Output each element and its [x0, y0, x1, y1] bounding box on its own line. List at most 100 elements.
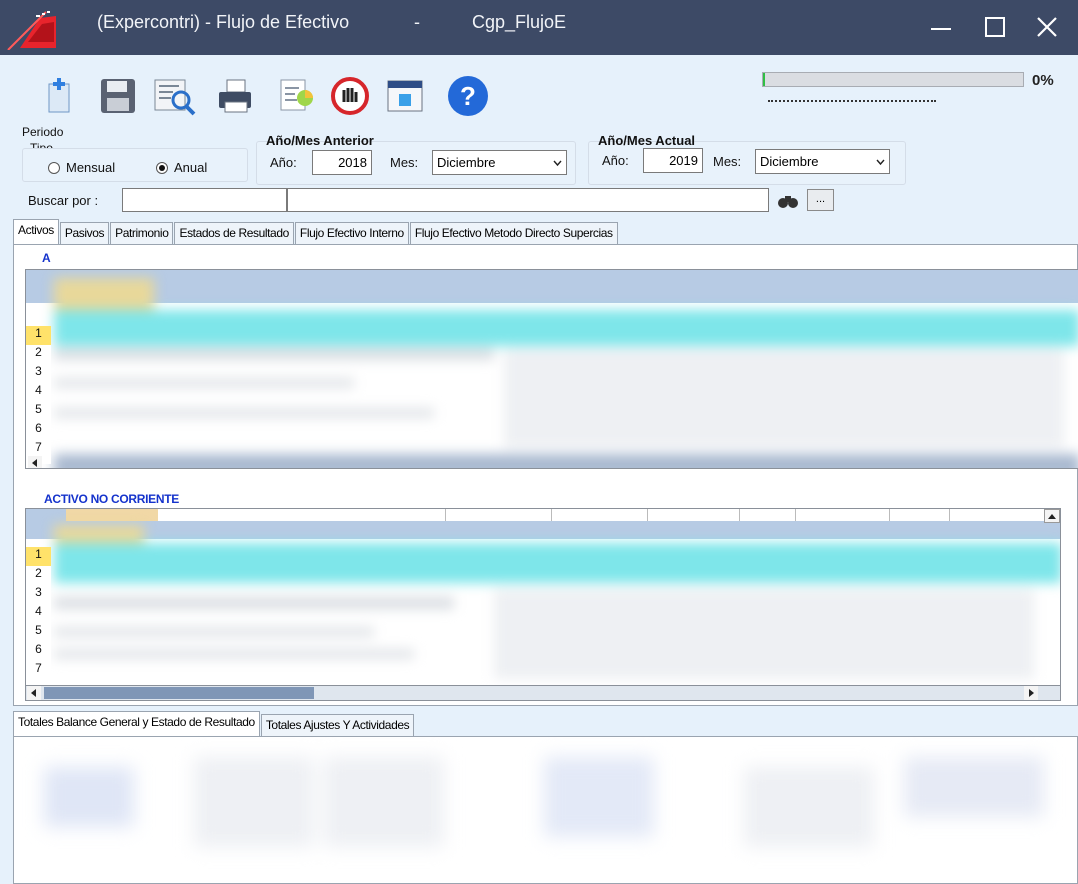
tab-totales-ajustes[interactable]: Totales Ajustes Y Actividades	[260, 714, 415, 736]
search-options-button[interactable]: ...	[807, 189, 834, 211]
new-button[interactable]	[36, 73, 82, 119]
close-button[interactable]	[1028, 10, 1066, 44]
current-month-value: Diciembre	[760, 154, 819, 169]
save-icon	[101, 79, 135, 113]
radio-mensual-dot	[48, 161, 60, 174]
preview-icon	[154, 79, 196, 116]
progress-percent: 0%	[1032, 72, 1054, 89]
stop-icon	[331, 77, 369, 115]
current-year-label: Año:	[602, 153, 629, 168]
tab-activos[interactable]: Activos	[13, 219, 59, 244]
window-title: (Expercontri) - Flujo de Efectivo	[97, 12, 350, 32]
grid1-row-number[interactable]: 4	[26, 383, 51, 402]
grid2-row-number[interactable]: 5	[26, 623, 51, 642]
help-icon: ?	[448, 76, 488, 116]
grid2-row-number[interactable]: 6	[26, 642, 51, 661]
client-area: ? 0% Periodo Tipo Mensual Anual Año/Mes …	[0, 55, 1078, 884]
scrollbar-thumb[interactable]	[44, 687, 314, 699]
print-icon	[219, 79, 251, 113]
new-icon	[48, 78, 70, 113]
export-button[interactable]	[382, 73, 428, 119]
progress-dots	[768, 100, 936, 102]
previous-title: Año/Mes Anterior	[266, 133, 374, 148]
maximize-icon	[985, 17, 1005, 37]
title-bar: (Expercontri) - Flujo de Efectivo - Cgp_…	[0, 0, 1078, 55]
grid1-scroll-left[interactable]	[28, 456, 42, 468]
previous-year-input[interactable]	[312, 150, 372, 175]
grid2-row-number[interactable]: 2	[26, 566, 51, 585]
radio-mensual[interactable]: Mensual	[48, 160, 115, 175]
grid2-blurred-content	[54, 519, 1060, 679]
tab-flujo-directo[interactable]: Flujo Efectivo Metodo Directo Supercias	[409, 222, 618, 244]
progress-bar	[762, 72, 1024, 87]
tab-panel-totales	[13, 736, 1078, 884]
grid-activo-corriente[interactable]: 1 2 3 4 5 6 7 8	[25, 269, 1078, 469]
grid2-scroll-right[interactable]	[1024, 686, 1038, 700]
grid1-row-number[interactable]: 6	[26, 421, 51, 440]
grid2-scroll-up[interactable]	[1044, 509, 1060, 523]
maximize-button[interactable]	[976, 10, 1014, 44]
search-input[interactable]	[287, 188, 769, 212]
main-tabs: Activos Pasivos Patrimonio Estados de Re…	[13, 219, 619, 244]
title-separator: -	[414, 12, 420, 32]
grid2-horizontal-scrollbar[interactable]	[25, 685, 1061, 701]
grid-activo-no-corriente[interactable]: 1 2 3 4 5 6 7	[25, 508, 1061, 686]
stop-button[interactable]	[327, 73, 373, 119]
report-button[interactable]	[274, 73, 320, 119]
chevron-down-icon	[553, 160, 562, 167]
binoculars-icon[interactable]	[777, 193, 799, 209]
arrow-left-icon	[31, 689, 36, 697]
grid1-row-number[interactable]: 2	[26, 345, 51, 364]
grid2-row-number[interactable]: 4	[26, 604, 51, 623]
minimize-button[interactable]	[922, 10, 960, 44]
current-title: Año/Mes Actual	[598, 133, 696, 148]
current-year-input[interactable]	[643, 148, 703, 173]
bottom-tabs: Totales Balance General y Estado de Resu…	[13, 711, 415, 736]
tab-panel-activos: A 1 2 3 4 5 6 7 8 ACTIVO	[13, 244, 1078, 706]
tab-estados-resultado[interactable]: Estados de Resultado	[174, 222, 294, 244]
report-icon	[280, 79, 313, 111]
tab-flujo-interno[interactable]: Flujo Efectivo Interno	[294, 222, 409, 244]
grid2-row-number[interactable]: 3	[26, 585, 51, 604]
preview-button[interactable]	[152, 73, 198, 119]
grid2-title: ACTIVO NO CORRIENTE	[44, 492, 179, 506]
svg-text:?: ?	[460, 81, 476, 111]
radio-anual[interactable]: Anual	[156, 160, 207, 175]
radio-mensual-label: Mensual	[66, 160, 116, 175]
tab-totales-balance[interactable]: Totales Balance General y Estado de Resu…	[13, 711, 260, 736]
previous-month-value: Diciembre	[437, 155, 496, 170]
arrow-left-icon	[32, 459, 37, 467]
grid2-row-number[interactable]: 7	[26, 661, 51, 680]
grid1-title: A	[42, 251, 51, 265]
help-button[interactable]: ?	[445, 73, 491, 119]
grid2-row-number[interactable]: 1	[26, 547, 51, 566]
tab-patrimonio[interactable]: Patrimonio	[110, 222, 174, 244]
arrow-right-icon	[1029, 689, 1034, 697]
totals-blurred-content	[24, 747, 1064, 877]
print-button[interactable]	[212, 73, 258, 119]
form-name: Cgp_FlujoE	[472, 12, 567, 32]
grid1-blurred-content	[54, 278, 1078, 468]
radio-anual-label: Anual	[174, 160, 208, 175]
progress-fill	[763, 73, 765, 86]
radio-anual-dot	[156, 161, 168, 174]
search-field-select[interactable]	[122, 188, 287, 212]
previous-month-select[interactable]: Diciembre	[432, 150, 567, 175]
grid2-scroll-left[interactable]	[27, 686, 41, 700]
previous-month-label: Mes:	[390, 155, 419, 170]
search-label: Buscar por :	[28, 193, 99, 208]
save-button[interactable]	[95, 73, 141, 119]
period-title: Periodo	[22, 125, 64, 139]
export-icon	[387, 80, 423, 112]
current-month-select[interactable]: Diciembre	[755, 149, 890, 174]
minimize-icon	[931, 28, 951, 30]
current-month-label: Mes:	[713, 154, 742, 169]
app-logo-icon	[7, 11, 56, 50]
grid1-row-number[interactable]: 5	[26, 402, 51, 421]
grid1-row-number[interactable]: 1	[26, 326, 51, 345]
close-icon	[1037, 17, 1057, 37]
tab-pasivos[interactable]: Pasivos	[59, 222, 110, 244]
chevron-down-icon	[876, 159, 885, 166]
grid1-row-number[interactable]: 3	[26, 364, 51, 383]
previous-year-label: Año:	[270, 155, 297, 170]
